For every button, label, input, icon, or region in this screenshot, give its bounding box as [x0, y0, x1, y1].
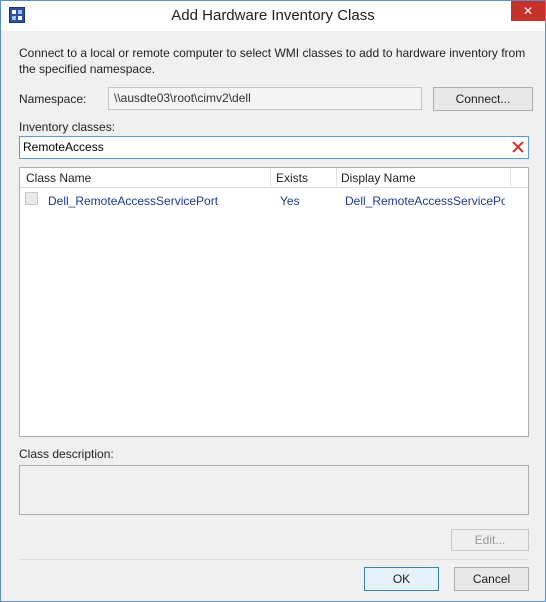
- namespace-field[interactable]: \\ausdte03\root\cimv2\dell: [108, 87, 422, 110]
- column-header-class-name[interactable]: Class Name: [26, 171, 91, 185]
- namespace-label: Namespace:: [19, 92, 87, 106]
- class-description-box: [19, 465, 529, 515]
- clear-search-icon[interactable]: [510, 139, 526, 155]
- exists-cell: Yes: [280, 194, 300, 208]
- inventory-classes-label: Inventory classes:: [19, 120, 116, 134]
- add-hardware-inventory-dialog: Add Hardware Inventory Class ✕ Connect t…: [0, 0, 546, 602]
- connect-button[interactable]: Connect...: [433, 87, 533, 111]
- column-header-exists[interactable]: Exists: [276, 171, 308, 185]
- list-header: Class Name Exists Display Name: [20, 168, 528, 188]
- cancel-button[interactable]: Cancel: [454, 567, 529, 591]
- display-name-cell: Dell_RemoteAccessServicePor: [345, 194, 505, 208]
- class-name-cell: Dell_RemoteAccessServicePort: [48, 194, 219, 208]
- class-description-label: Class description:: [19, 447, 114, 461]
- dialog-content: Connect to a local or remote computer to…: [7, 31, 539, 597]
- column-separator[interactable]: [270, 168, 271, 188]
- divider: [19, 559, 529, 560]
- dialog-description: Connect to a local or remote computer to…: [19, 46, 526, 76]
- column-header-display-name[interactable]: Display Name: [341, 171, 416, 185]
- close-button[interactable]: ✕: [511, 1, 545, 21]
- column-separator[interactable]: [336, 168, 337, 188]
- edit-button[interactable]: Edit...: [451, 529, 529, 551]
- close-icon: ✕: [522, 4, 534, 18]
- title-bar[interactable]: Add Hardware Inventory Class ✕: [1, 1, 545, 31]
- window-title: Add Hardware Inventory Class: [171, 7, 375, 24]
- column-separator[interactable]: [510, 168, 511, 188]
- inventory-classes-list[interactable]: Class Name Exists Display Name Dell_Remo…: [19, 167, 529, 437]
- table-row[interactable]: Dell_RemoteAccessServicePort Yes Dell_Re…: [20, 189, 528, 211]
- ok-button[interactable]: OK: [364, 567, 439, 591]
- inventory-search-input[interactable]: RemoteAccess: [19, 136, 529, 159]
- row-checkbox[interactable]: [25, 192, 38, 205]
